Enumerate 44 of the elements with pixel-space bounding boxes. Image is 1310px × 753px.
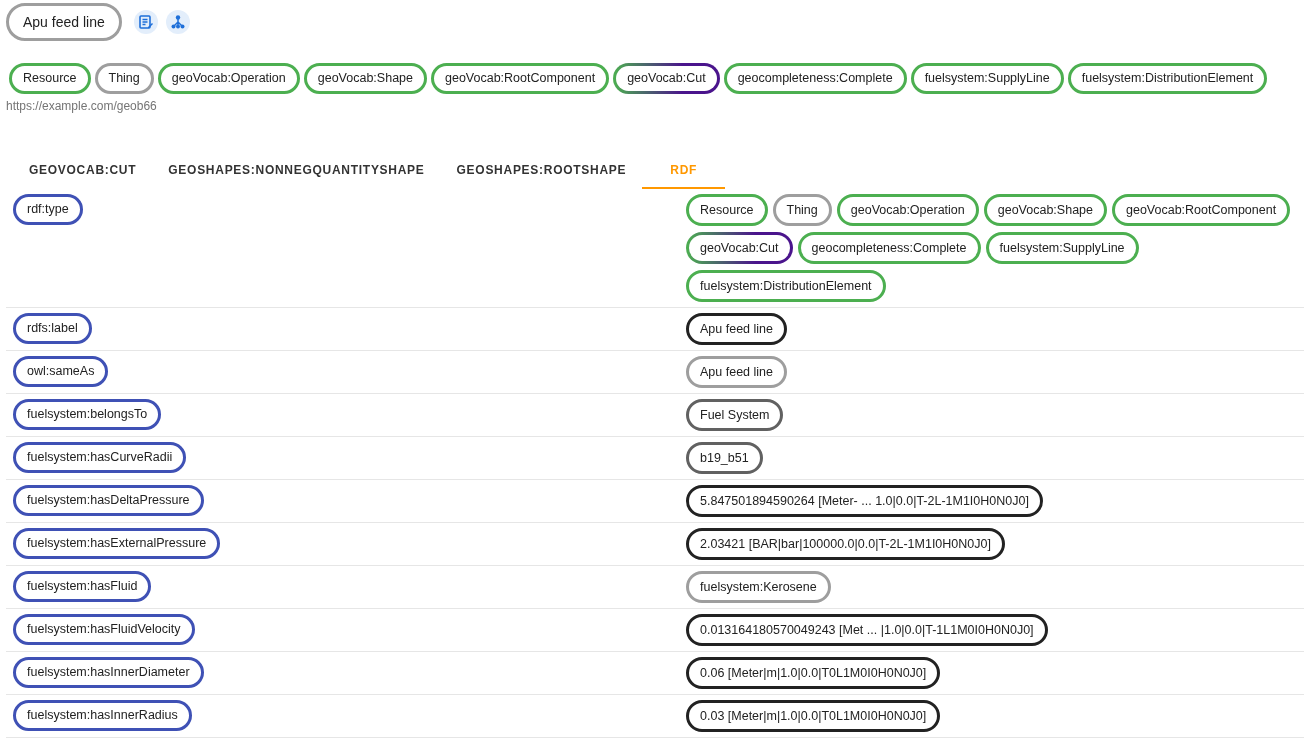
property-tag[interactable]: fuelsystem:hasFluid <box>13 571 152 602</box>
type-tag[interactable]: fuelsystem:SupplyLine <box>910 63 1064 94</box>
value-tag[interactable]: geoVocab:RootComponent <box>1112 194 1291 226</box>
value-tag[interactable]: 0.03 [Meter|m|1.0|0.0|T0L1M0I0H0N0J0] <box>686 700 941 732</box>
value-tag[interactable]: b19_b51 <box>686 442 763 474</box>
value-tag[interactable]: fuelsystem:SupplyLine <box>985 232 1139 264</box>
value-tag[interactable]: 5.847501894590264 [Meter- ... 1.0|0.0|T-2L-1M1I0H0N0J0] <box>686 485 1043 517</box>
value-tag[interactable]: Fuel System <box>686 399 784 431</box>
property-tag[interactable]: fuelsystem:hasInnerDiameter <box>13 657 204 688</box>
type-tag[interactable]: Thing <box>94 63 154 94</box>
value-tag[interactable]: Thing <box>772 194 832 226</box>
value-tag[interactable]: Apu feed line <box>686 313 787 345</box>
property-tag[interactable]: fuelsystem:hasDeltaPressure <box>13 485 204 516</box>
value-tag[interactable]: geoVocab:Shape <box>983 194 1107 226</box>
page-title: Apu feed line <box>6 3 122 41</box>
tab[interactable]: GEOVOCAB:CUT <box>13 153 153 189</box>
type-tag[interactable]: geocompleteness:Complete <box>723 63 907 94</box>
value-tag[interactable]: Apu feed line <box>686 356 787 388</box>
value-tag[interactable]: 2.03421 [BAR|bar|100000.0|0.0|T-2L-1M1I0H0N0J0] <box>686 528 1005 560</box>
property-tag[interactable]: rdf:type <box>13 194 83 225</box>
edit-icon[interactable] <box>133 10 158 34</box>
value-tag[interactable]: 0.013164180570049243 [Met ... |1.0|0.0|T-1L1M0I0H0N0J0] <box>686 614 1048 646</box>
value-tag[interactable]: geocompleteness:Complete <box>797 232 981 264</box>
resource-uri: https://example.com/geob66 <box>6 98 158 115</box>
value-tag[interactable]: 0.06 [Meter|m|1.0|0.0|T0L1M0I0H0N0J0] <box>686 657 941 689</box>
type-tag[interactable]: fuelsystem:DistributionElement <box>1067 63 1268 94</box>
type-tag[interactable]: geoVocab:Operation <box>157 63 300 94</box>
property-tag[interactable]: fuelsystem:hasCurveRadii <box>13 442 187 473</box>
property-tag[interactable]: fuelsystem:hasFluidVelocity <box>13 614 195 645</box>
hierarchy-icon[interactable] <box>165 10 190 34</box>
property-tag[interactable]: owl:sameAs <box>13 356 109 387</box>
value-tag[interactable]: fuelsystem:Kerosene <box>686 571 831 603</box>
tab[interactable]: GEOSHAPES:ROOTSHAPE <box>440 153 643 189</box>
property-tag[interactable]: fuelsystem:hasInnerRadius <box>13 700 192 731</box>
property-tag[interactable]: rdfs:label <box>13 313 92 344</box>
value-tag[interactable]: fuelsystem:DistributionElement <box>686 270 886 302</box>
tab[interactable]: GEOSHAPES:NONNEGQUANTITYSHAPE <box>152 153 441 189</box>
property-tag[interactable]: fuelsystem:hasExternalPressure <box>13 528 221 559</box>
value-tag[interactable]: geoVocab:Operation <box>836 194 979 226</box>
type-tag[interactable]: geoVocab:Shape <box>303 63 427 94</box>
type-tag[interactable]: Resource <box>9 63 91 94</box>
type-tag[interactable]: geoVocab:RootComponent <box>431 63 610 94</box>
value-tag[interactable]: Resource <box>686 194 768 226</box>
property-tag[interactable]: fuelsystem:belongsTo <box>13 399 162 430</box>
